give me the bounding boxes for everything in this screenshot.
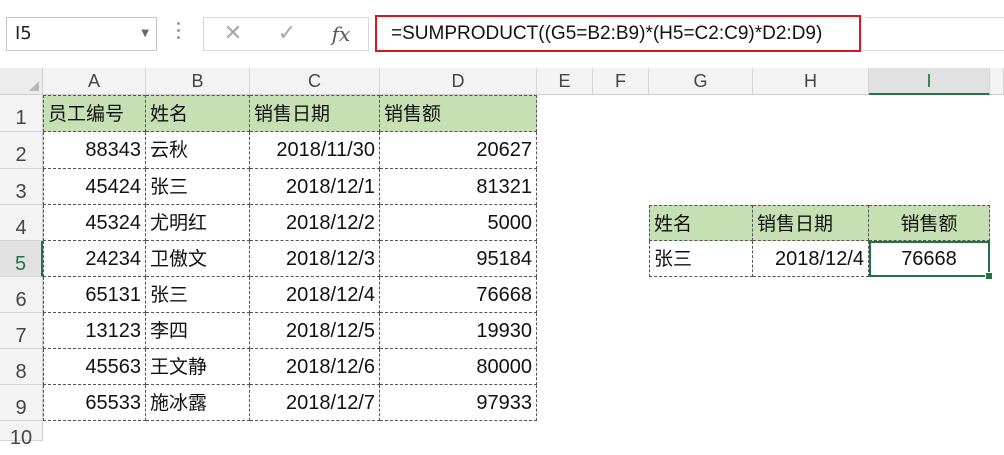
row-header-10[interactable]: 10 (0, 421, 43, 449)
table-cell[interactable]: 2018/12/6 (250, 349, 380, 385)
lookup-header-sale-date[interactable]: 销售日期 (753, 205, 869, 241)
lookup-header-sales-amount[interactable]: 销售额 (869, 205, 990, 241)
header-cell-employee-id[interactable]: 员工编号 (43, 95, 146, 132)
table-cell[interactable]: 云秋 (146, 132, 250, 169)
column-header-a[interactable]: A (43, 68, 146, 95)
column-header-e[interactable]: E (537, 68, 593, 95)
table-cell[interactable]: 20627 (380, 132, 537, 169)
table-cell[interactable]: 97933 (380, 385, 537, 421)
enter-check-icon[interactable]: ✓ (272, 18, 302, 50)
column-header-d[interactable]: D (380, 68, 537, 95)
header-cell-sales-amount[interactable]: 销售额 (380, 95, 537, 132)
formula-buttons: ✕ ✓ fx (203, 17, 369, 51)
row-header-4[interactable]: 4 (0, 205, 43, 241)
insert-function-icon[interactable]: fx (326, 18, 356, 50)
table-cell[interactable]: 张三 (146, 169, 250, 205)
lookup-cell-sale-date[interactable]: 2018/12/4 (753, 241, 869, 277)
row-header-5[interactable]: 5 (0, 241, 43, 277)
table-cell[interactable]: 80000 (380, 349, 537, 385)
table-cell[interactable]: 5000 (380, 205, 537, 241)
table-cell[interactable]: 24234 (43, 241, 146, 277)
table-cell[interactable]: 王文静 (146, 349, 250, 385)
table-cell[interactable]: 2018/11/30 (250, 132, 380, 169)
table-cell[interactable]: 施冰露 (146, 385, 250, 421)
row-header-2[interactable]: 2 (0, 132, 43, 169)
name-box[interactable]: I5 ▼ (6, 17, 157, 51)
table-cell[interactable]: 65131 (43, 277, 146, 313)
formula-bar-extension (865, 17, 1004, 51)
select-all-button[interactable] (0, 68, 43, 95)
table-cell[interactable]: 卫傲文 (146, 241, 250, 277)
column-header-j[interactable] (990, 68, 1004, 95)
table-cell[interactable]: 2018/12/2 (250, 205, 380, 241)
table-cell[interactable]: 76668 (380, 277, 537, 313)
table-cell[interactable]: 2018/12/7 (250, 385, 380, 421)
column-header-c[interactable]: C (250, 68, 380, 95)
lookup-header-name[interactable]: 姓名 (649, 205, 753, 241)
table-cell[interactable]: 19930 (380, 313, 537, 349)
table-cell[interactable]: 2018/12/5 (250, 313, 380, 349)
column-header-b[interactable]: B (146, 68, 250, 95)
table-cell[interactable]: 95184 (380, 241, 537, 277)
table-cell[interactable]: 李四 (146, 313, 250, 349)
lookup-cell-name[interactable]: 张三 (649, 241, 753, 277)
worksheet-grid[interactable]: A B C D E F G H I 1 2 3 4 5 6 7 8 9 10 员… (0, 68, 1004, 449)
row-header-6[interactable]: 6 (0, 277, 43, 313)
table-cell[interactable]: 45424 (43, 169, 146, 205)
table-cell[interactable]: 13123 (43, 313, 146, 349)
column-header-f[interactable]: F (593, 68, 649, 95)
row-header-9[interactable]: 9 (0, 385, 43, 421)
formula-bar: I5 ▼ ✕ ✓ fx =SUMPRODUCT((G5=B2:B9)*(H5=C… (0, 0, 1004, 67)
header-cell-name[interactable]: 姓名 (146, 95, 250, 132)
table-cell[interactable]: 81321 (380, 169, 537, 205)
row-header-7[interactable]: 7 (0, 313, 43, 349)
table-cell[interactable]: 88343 (43, 132, 146, 169)
table-cell[interactable]: 2018/12/3 (250, 241, 380, 277)
active-cell-result[interactable]: 76668 (869, 241, 990, 277)
table-cell[interactable]: 45324 (43, 205, 146, 241)
row-header-1[interactable]: 1 (0, 95, 43, 132)
table-cell[interactable]: 45563 (43, 349, 146, 385)
column-header-i[interactable]: I (869, 68, 990, 95)
fill-handle[interactable] (985, 272, 993, 280)
table-cell[interactable]: 65533 (43, 385, 146, 421)
chevron-down-icon[interactable]: ▼ (141, 18, 149, 50)
header-cell-sale-date[interactable]: 销售日期 (250, 95, 380, 132)
name-box-value: I5 (15, 23, 32, 44)
row-header-3[interactable]: 3 (0, 169, 43, 205)
column-header-h[interactable]: H (753, 68, 869, 95)
table-cell[interactable]: 2018/12/4 (250, 277, 380, 313)
row-header-8[interactable]: 8 (0, 349, 43, 385)
formula-input[interactable]: =SUMPRODUCT((G5=B2:B9)*(H5=C2:C9)*D2:D9) (375, 15, 861, 52)
column-header-g[interactable]: G (649, 68, 753, 95)
table-cell[interactable]: 尤明红 (146, 205, 250, 241)
drag-handle-icon[interactable] (177, 22, 181, 43)
table-cell[interactable]: 张三 (146, 277, 250, 313)
table-cell[interactable]: 2018/12/1 (250, 169, 380, 205)
cancel-icon[interactable]: ✕ (218, 18, 248, 50)
